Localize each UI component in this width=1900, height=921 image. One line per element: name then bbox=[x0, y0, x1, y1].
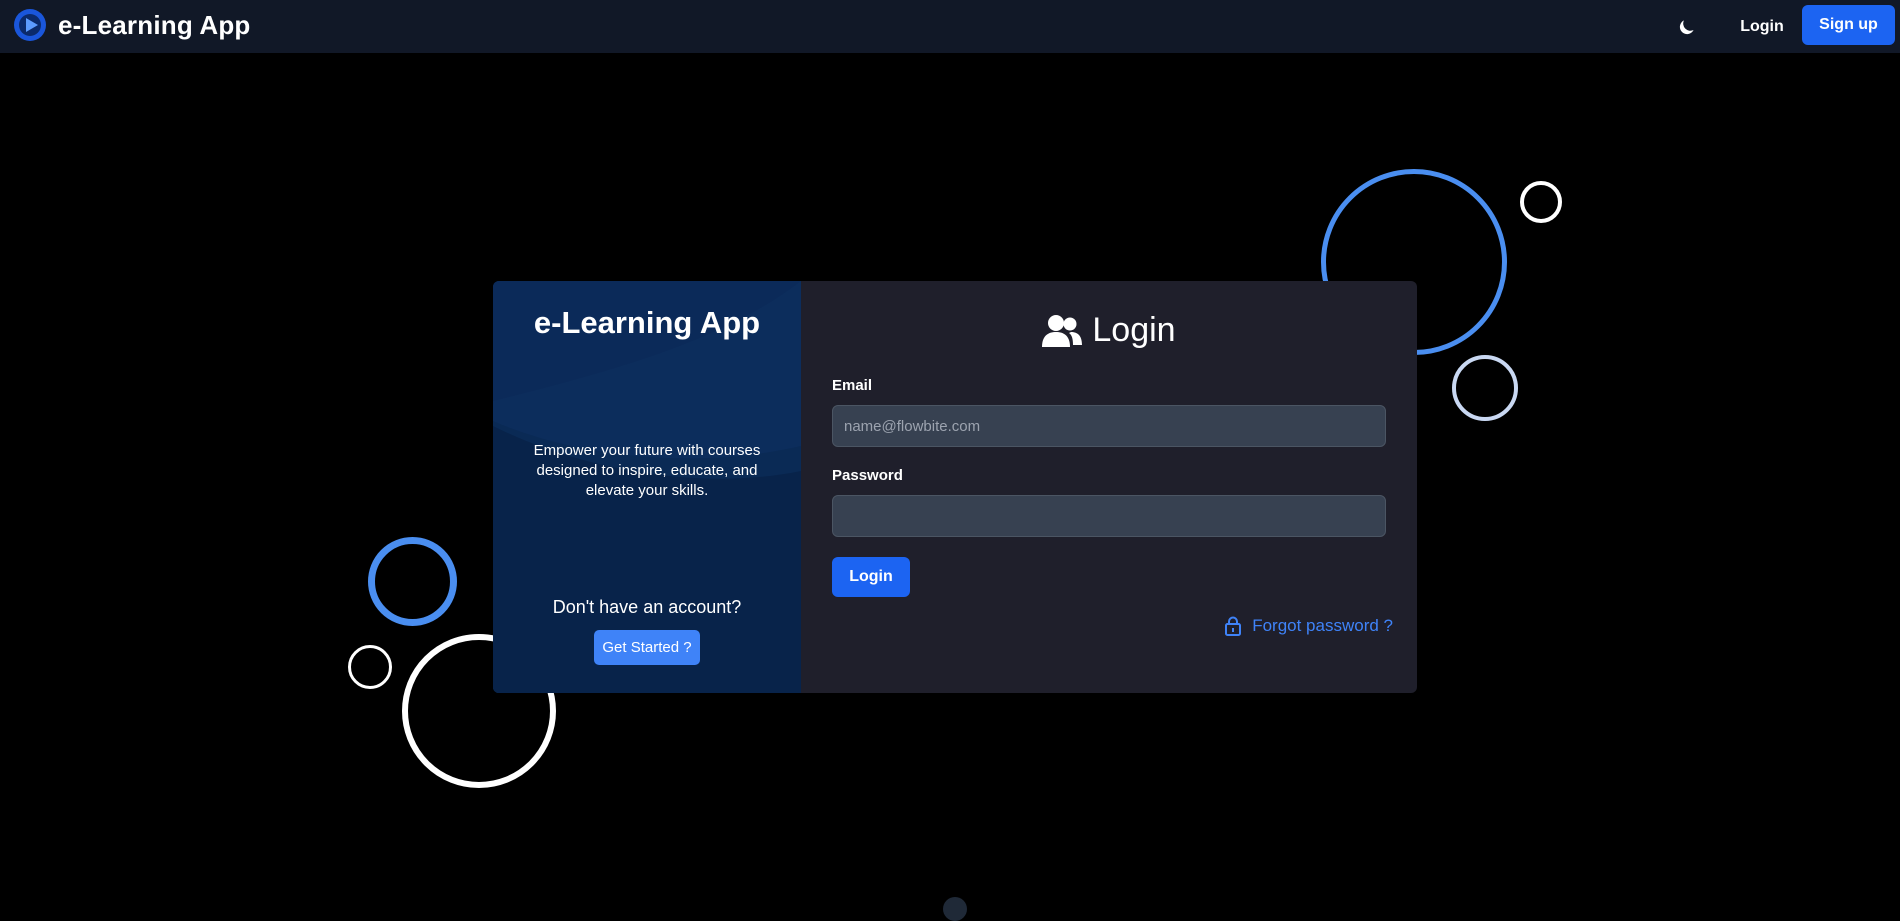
login-heading: Login bbox=[801, 311, 1417, 350]
forgot-password-link[interactable]: Forgot password ? bbox=[1224, 616, 1393, 636]
brand-link[interactable]: e-Learning App bbox=[14, 9, 251, 41]
nav-signup-button[interactable]: Sign up bbox=[1802, 5, 1895, 45]
password-label: Password bbox=[832, 467, 903, 484]
users-icon bbox=[1042, 314, 1083, 347]
lock-icon bbox=[1225, 616, 1242, 636]
decor-circle bbox=[1452, 355, 1518, 421]
top-navbar: e-Learning App Login Sign up bbox=[0, 0, 1900, 53]
welcome-title: e-Learning App bbox=[533, 305, 761, 340]
brand-name: e-Learning App bbox=[58, 9, 251, 40]
decor-circle bbox=[348, 645, 392, 689]
theme-toggle-button[interactable] bbox=[1672, 12, 1702, 42]
get-started-button[interactable]: Get Started ? bbox=[594, 630, 700, 665]
play-logo-icon bbox=[14, 9, 46, 41]
forgot-password-text: Forgot password ? bbox=[1252, 616, 1393, 635]
login-submit-button[interactable]: Login bbox=[832, 557, 910, 597]
email-label: Email bbox=[832, 377, 873, 394]
moon-icon bbox=[1679, 20, 1694, 35]
welcome-tagline: Empower your future with courses designe… bbox=[533, 442, 761, 499]
no-account-text: Don't have an account? bbox=[552, 597, 742, 617]
password-input[interactable] bbox=[832, 495, 1386, 537]
login-title: Login bbox=[1092, 311, 1176, 349]
email-input[interactable] bbox=[832, 405, 1386, 447]
login-panel: Login Email Password Login Forgot passwo… bbox=[801, 281, 1417, 693]
decor-circle bbox=[1520, 181, 1562, 223]
auth-card: e-Learning App Empower your future with … bbox=[493, 281, 1417, 693]
welcome-panel: e-Learning App Empower your future with … bbox=[493, 281, 801, 693]
nav-login-link[interactable]: Login bbox=[1730, 14, 1794, 40]
decor-circle bbox=[368, 537, 457, 626]
scroll-hint bbox=[943, 897, 967, 921]
